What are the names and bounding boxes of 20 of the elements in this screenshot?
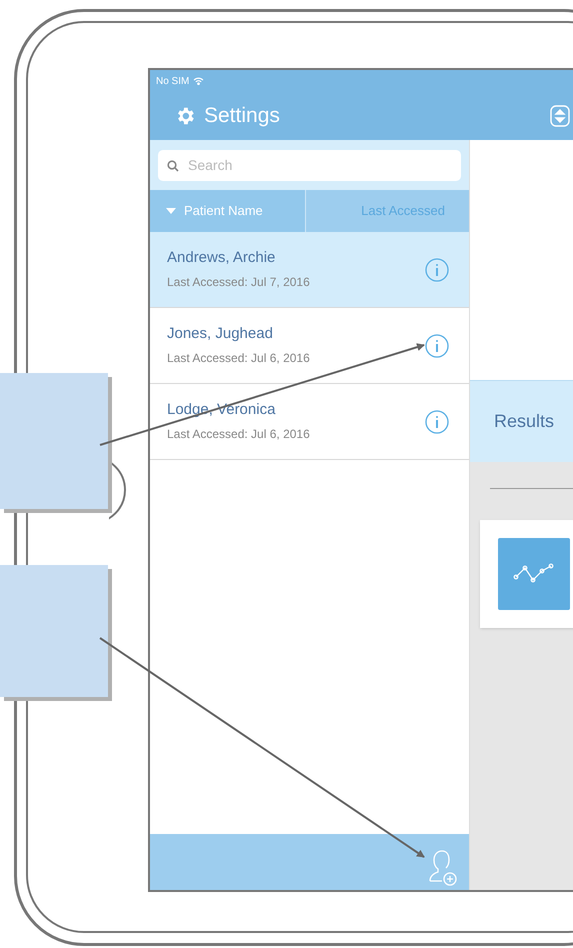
settings-button[interactable]: Settings bbox=[174, 100, 280, 132]
line-graph-icon bbox=[513, 563, 555, 585]
patient-row[interactable]: Andrews, Archie Last Accessed: Jul 7, 2016 bbox=[150, 232, 469, 308]
results-label: Results bbox=[494, 410, 554, 433]
chart-card[interactable] bbox=[480, 520, 573, 628]
patient-name: Andrews, Archie bbox=[167, 248, 276, 266]
search-field[interactable]: Search bbox=[158, 150, 461, 180]
patient-name: Jones, Jughead bbox=[167, 324, 274, 342]
add-user-icon[interactable] bbox=[427, 848, 457, 886]
last-accessed-date: Last Accessed: Jul 6, 2016 bbox=[167, 350, 311, 366]
caret-icon bbox=[166, 208, 176, 214]
last-accessed-date: Last Accessed: Jul 6, 2016 bbox=[167, 426, 311, 442]
sort-toggle-icon[interactable] bbox=[550, 105, 570, 127]
info-icon[interactable] bbox=[425, 258, 449, 282]
search-icon bbox=[167, 160, 179, 172]
info-icon[interactable] bbox=[425, 410, 449, 434]
wifi-icon bbox=[193, 77, 204, 85]
last-accessed-date: Last Accessed: Jul 7, 2016 bbox=[167, 274, 311, 290]
info-icon[interactable] bbox=[425, 334, 449, 358]
carrier-label: No SIM bbox=[156, 74, 190, 88]
